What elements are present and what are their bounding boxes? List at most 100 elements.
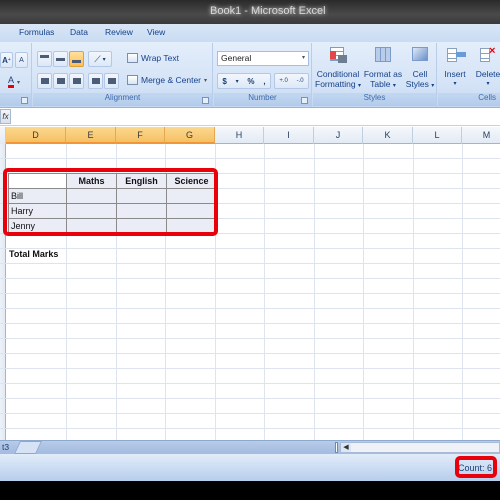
- formula-input[interactable]: [12, 109, 500, 124]
- tab-view[interactable]: View: [147, 27, 165, 37]
- delete-label: Delete: [475, 69, 500, 79]
- conditional-formatting-button[interactable]: Conditional Formatting ▾: [315, 45, 361, 91]
- gridline: [0, 263, 500, 264]
- delete-cells-icon: ×: [477, 45, 499, 65]
- status-bar: Count: 6: [0, 454, 500, 481]
- ribbon: A + A A ▾ ⟋ ▾ Wrap Text Merge & Center ▾…: [0, 42, 500, 108]
- column-header-l[interactable]: L: [413, 127, 462, 144]
- number-format-select[interactable]: General ▾: [217, 51, 309, 66]
- column-header-m[interactable]: M: [462, 127, 500, 144]
- chevron-down-icon: ▾: [204, 77, 208, 84]
- title-bar: Book1 - Microsoft Excel: [0, 0, 500, 24]
- insert-sheet-icon[interactable]: [13, 441, 43, 454]
- currency-button[interactable]: $: [222, 77, 226, 86]
- scroll-left-icon[interactable]: ◀: [341, 443, 351, 452]
- increase-indent-button[interactable]: [104, 73, 119, 89]
- ribbon-tabs: Formulas Data Review View: [0, 24, 500, 42]
- sheet-tab-sheet3[interactable]: t3: [0, 441, 11, 454]
- chevron-down-icon: ▾: [453, 81, 457, 87]
- column-header-g[interactable]: G: [165, 127, 215, 144]
- tab-data[interactable]: Data: [70, 27, 88, 37]
- cell-styles-label-2: Styles: [405, 79, 429, 89]
- increase-decimal-button[interactable]: +.0: [279, 78, 288, 84]
- chevron-down-icon: ▾: [235, 78, 239, 85]
- chevron-down-icon: ▾: [301, 55, 305, 61]
- window-title: Book1 - Microsoft Excel: [210, 5, 326, 17]
- cell-styles-label-1: Cell: [412, 69, 428, 79]
- chevron-down-icon: ▾: [358, 83, 362, 89]
- format-as-table-label-1: Format as: [363, 69, 403, 79]
- chevron-down-icon: ▾: [431, 83, 435, 89]
- tab-formulas[interactable]: Formulas: [19, 27, 54, 37]
- styles-group-label: Styles: [313, 93, 436, 106]
- orientation-button[interactable]: ⟋ ▾: [88, 51, 112, 67]
- align-center-button[interactable]: [53, 73, 68, 89]
- chevron-down-icon: ▾: [392, 83, 396, 89]
- column-header-k[interactable]: K: [363, 127, 413, 144]
- gridline: [0, 383, 500, 384]
- align-right-button[interactable]: [69, 73, 84, 89]
- merge-center-icon: [127, 75, 138, 85]
- horizontal-scrollbar[interactable]: ◀: [340, 442, 500, 453]
- alignment-dialog-launcher-icon[interactable]: [202, 97, 209, 104]
- gridline: [0, 353, 500, 354]
- spreadsheet-grid[interactable]: Maths English Science Bill Harry Jenny T…: [0, 144, 500, 440]
- cells-group-label: Cells: [438, 93, 500, 106]
- comma-button[interactable]: ,: [263, 77, 265, 86]
- column-header-j[interactable]: J: [314, 127, 363, 144]
- decrease-indent-button[interactable]: [88, 73, 103, 89]
- align-top-button[interactable]: [37, 51, 52, 67]
- conditional-formatting-label-2: Formatting: [315, 79, 356, 89]
- font-color-button[interactable]: A ▾: [0, 74, 28, 90]
- gridline: [0, 278, 500, 279]
- insert-function-button[interactable]: fx: [0, 109, 11, 124]
- percent-button[interactable]: %: [247, 77, 254, 86]
- total-marks-label[interactable]: Total Marks: [9, 249, 58, 259]
- cells-group: Insert ▾ × Delete ▾ Cells: [438, 43, 500, 107]
- gridline: [0, 158, 500, 159]
- table-highlight-box: [3, 168, 218, 236]
- column-headers: D E F G H I J K L M: [0, 127, 500, 144]
- orientation-icon: ⟋: [94, 53, 101, 64]
- gridline: [0, 428, 500, 429]
- cell-styles-icon: [409, 45, 431, 65]
- align-left-button[interactable]: [37, 73, 52, 89]
- alignment-group: ⟋ ▾ Wrap Text Merge & Center ▾ Alignment: [33, 43, 213, 107]
- align-middle-button[interactable]: [53, 51, 68, 67]
- insert-cells-icon: [444, 45, 466, 65]
- font-grow-icon[interactable]: A +: [0, 52, 13, 68]
- screen-bottom-edge: [0, 481, 500, 500]
- merge-center-label: Merge & Center: [141, 75, 201, 85]
- decimal-buttons: +.0 -.0: [274, 73, 309, 89]
- format-as-table-button[interactable]: Format as Table ▾: [363, 45, 403, 91]
- tab-split-handle[interactable]: [335, 442, 338, 453]
- wrap-text-label: Wrap Text: [141, 53, 179, 63]
- cell-styles-button[interactable]: Cell Styles ▾: [405, 45, 435, 91]
- insert-button[interactable]: Insert ▾: [440, 45, 470, 89]
- decrease-decimal-button[interactable]: -.0: [297, 78, 304, 84]
- insert-label: Insert: [444, 69, 466, 79]
- gridline: [0, 368, 500, 369]
- column-header-f[interactable]: F: [116, 127, 165, 144]
- merge-center-button[interactable]: Merge & Center ▾: [127, 75, 207, 85]
- delete-button[interactable]: × Delete ▾: [472, 45, 500, 89]
- number-format-value: General: [221, 53, 252, 63]
- column-header-h[interactable]: H: [215, 127, 264, 144]
- align-bottom-button[interactable]: [69, 51, 84, 67]
- tab-review[interactable]: Review: [105, 27, 133, 37]
- gridline: [0, 323, 500, 324]
- wrap-text-button[interactable]: Wrap Text: [127, 53, 179, 63]
- number-buttons: $ ▾ % ,: [217, 73, 271, 89]
- column-header-i[interactable]: I: [264, 127, 314, 144]
- column-header-d[interactable]: D: [6, 127, 66, 144]
- font-shrink-icon[interactable]: A: [15, 52, 28, 68]
- dialog-launcher-icon[interactable]: [21, 97, 28, 104]
- gridline: [0, 308, 500, 309]
- chevron-down-icon: ▾: [17, 79, 21, 86]
- sheet-tab-bar: t3 ◀: [0, 440, 500, 454]
- formula-bar: fx: [0, 108, 500, 126]
- column-header-e[interactable]: E: [66, 127, 116, 144]
- format-as-table-label-2: Table: [370, 79, 391, 89]
- format-as-table-icon: [372, 45, 394, 65]
- number-dialog-launcher-icon[interactable]: [301, 97, 308, 104]
